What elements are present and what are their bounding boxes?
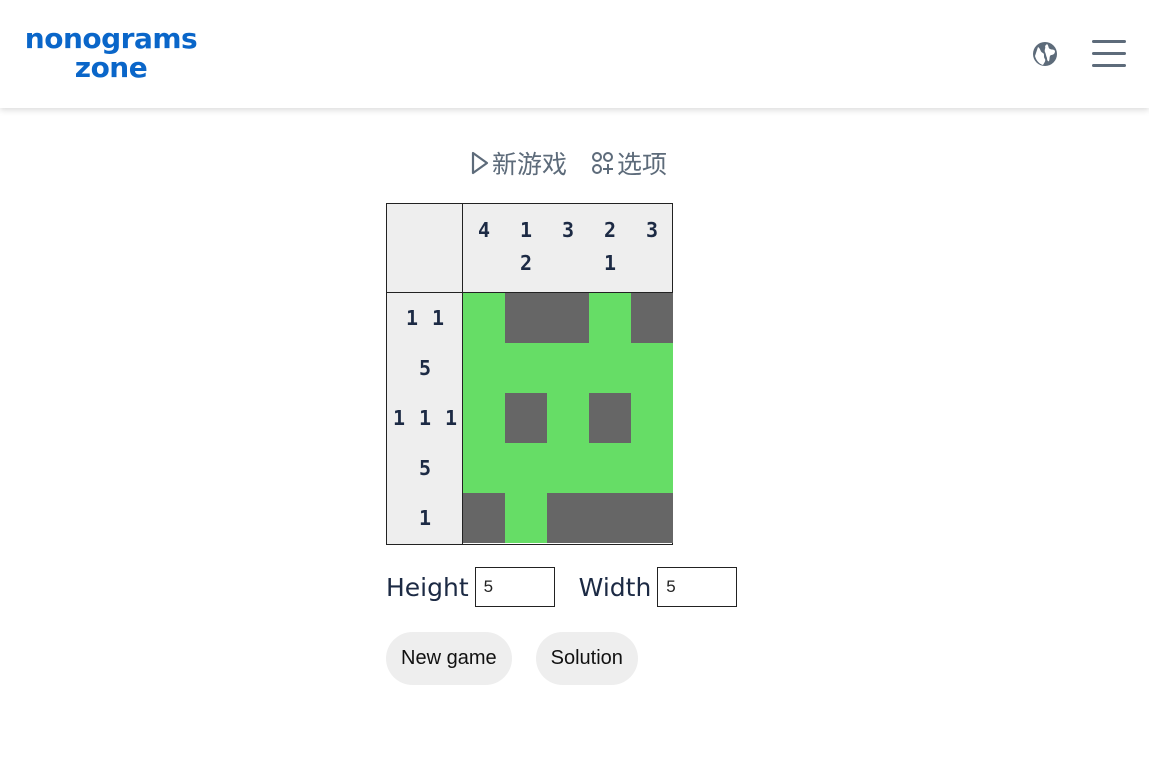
- puzzle-cell[interactable]: [547, 293, 589, 343]
- puzzle-cell[interactable]: [631, 443, 673, 493]
- menu-bar-1: [1092, 40, 1126, 43]
- new-game-link-label: 新游戏: [492, 151, 568, 179]
- options-dots-icon: [592, 152, 614, 174]
- puzzle-grid: [463, 293, 673, 544]
- puzzle-cell[interactable]: [463, 443, 505, 493]
- row-clue-number: 1: [444, 406, 458, 430]
- puzzle-cell[interactable]: [547, 343, 589, 393]
- puzzle-cell[interactable]: [505, 293, 547, 343]
- language-button[interactable]: [1031, 40, 1059, 68]
- puzzle-cell[interactable]: [547, 443, 589, 493]
- puzzle-cell[interactable]: [463, 493, 505, 543]
- puzzle-cell[interactable]: [505, 443, 547, 493]
- new-game-button[interactable]: New game: [386, 632, 512, 685]
- options-link[interactable]: 选项: [591, 145, 667, 181]
- puzzle-cell[interactable]: [631, 343, 673, 393]
- nonogram-board: 4123213 11511151: [386, 203, 673, 545]
- puzzle-cell[interactable]: [631, 293, 673, 343]
- puzzle-cell[interactable]: [505, 393, 547, 443]
- column-clue-number: 1: [603, 251, 617, 275]
- column-clue-number: 4: [477, 218, 491, 242]
- width-label: Width: [578, 572, 652, 602]
- board-corner: [387, 204, 463, 293]
- row-clue-number: 5: [418, 456, 432, 480]
- logo-line-1: nonograms: [24, 22, 198, 55]
- solution-button[interactable]: Solution: [535, 632, 638, 685]
- new-game-link[interactable]: 新游戏: [470, 145, 567, 181]
- globe-icon: [1033, 42, 1057, 66]
- row-clue-number: 1: [405, 306, 419, 330]
- column-clue-number: 2: [603, 218, 617, 242]
- play-outline-icon: [471, 151, 489, 175]
- game-toolbar: 新游戏 选项: [470, 146, 667, 180]
- site-header: nonograms zone: [0, 0, 1149, 108]
- menu-bar-2: [1092, 52, 1126, 55]
- row-clues: 11511151: [387, 293, 463, 544]
- puzzle-cell[interactable]: [505, 343, 547, 393]
- width-input[interactable]: [657, 567, 738, 607]
- column-clue-number: 3: [561, 218, 575, 242]
- size-settings: Height Width: [386, 566, 738, 608]
- options-link-label: 选项: [617, 151, 668, 179]
- puzzle-cell[interactable]: [505, 493, 547, 543]
- row-clue-number: 1: [418, 406, 432, 430]
- menu-bar-3: [1092, 64, 1126, 67]
- hamburger-menu-button[interactable]: [1092, 38, 1126, 68]
- puzzle-cell[interactable]: [547, 493, 589, 543]
- column-clue-number: 2: [519, 251, 533, 275]
- puzzle-cell[interactable]: [589, 493, 631, 543]
- height-input[interactable]: [474, 567, 555, 607]
- column-clue-number: 1: [519, 218, 533, 242]
- puzzle-cell[interactable]: [589, 393, 631, 443]
- row-clue-number: 1: [392, 406, 406, 430]
- puzzle-cell[interactable]: [631, 393, 673, 443]
- row-clue-number: 1: [418, 506, 432, 530]
- column-clues: 4 1 2 3 2 1 3: [463, 204, 672, 293]
- puzzle-cell[interactable]: [463, 343, 505, 393]
- site-logo[interactable]: nonograms zone: [16, 24, 206, 82]
- puzzle-cell[interactable]: [589, 343, 631, 393]
- row-clue-number: 5: [418, 356, 432, 380]
- height-label: Height: [386, 572, 469, 602]
- puzzle-cell[interactable]: [589, 443, 631, 493]
- row-clue-number: 1: [431, 306, 445, 330]
- action-buttons: New game Solution: [386, 632, 638, 685]
- puzzle-cell[interactable]: [589, 293, 631, 343]
- puzzle-cell[interactable]: [547, 393, 589, 443]
- puzzle-cell[interactable]: [463, 393, 505, 443]
- logo-line-2: zone: [74, 51, 148, 84]
- column-clue-number: 3: [645, 218, 659, 242]
- puzzle-cell[interactable]: [631, 493, 673, 543]
- puzzle-cell[interactable]: [463, 293, 505, 343]
